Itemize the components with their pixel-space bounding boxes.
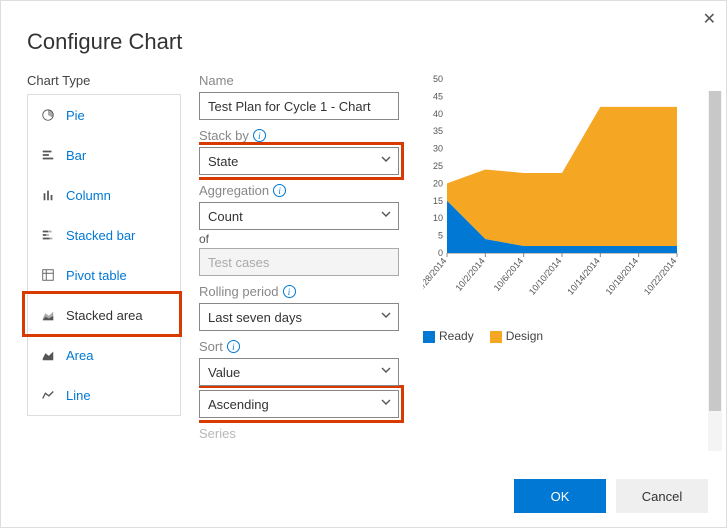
chart-type-list: Pie Bar Column Stacked bar Pivot table Stacke… bbox=[27, 94, 181, 416]
legend-swatch bbox=[490, 331, 502, 343]
chart-type-stacked-bar[interactable]: Stacked bar bbox=[28, 215, 180, 255]
chart-svg: 051015202530354045509/28/201410/2/201410… bbox=[423, 73, 683, 313]
pivot-table-icon bbox=[38, 267, 58, 283]
area-icon bbox=[38, 347, 58, 363]
chevron-down-icon bbox=[380, 309, 392, 324]
info-icon[interactable]: i bbox=[253, 129, 266, 142]
chart-type-pie[interactable]: Pie bbox=[28, 95, 180, 135]
stackby-label: Stack byi bbox=[199, 128, 413, 143]
form-panel: Name Test Plan for Cycle 1 - Chart Stack… bbox=[199, 73, 413, 441]
svg-text:10/22/2014: 10/22/2014 bbox=[642, 256, 679, 297]
sort-label: Sorti bbox=[199, 339, 413, 354]
chart-legend: Ready Design bbox=[423, 329, 700, 343]
chevron-down-icon bbox=[380, 153, 392, 168]
dialog-footer: OK Cancel bbox=[514, 479, 708, 513]
chart-type-label: Chart Type bbox=[27, 73, 181, 88]
sort-dir-select[interactable]: Ascending bbox=[199, 390, 399, 418]
chart-type-label: Pie bbox=[66, 108, 85, 123]
close-icon[interactable]: ✕ bbox=[703, 9, 716, 29]
svg-text:40: 40 bbox=[433, 109, 443, 119]
chevron-down-icon bbox=[380, 364, 392, 379]
column-icon bbox=[38, 187, 58, 203]
name-input[interactable]: Test Plan for Cycle 1 - Chart bbox=[199, 92, 399, 120]
chart-preview-panel: 051015202530354045509/28/201410/2/201410… bbox=[423, 73, 700, 451]
chart-type-label: Stacked area bbox=[66, 308, 143, 323]
svg-text:35: 35 bbox=[433, 126, 443, 136]
chart-type-panel: Chart Type Pie Bar Column Stacked bar Pivot … bbox=[27, 73, 181, 451]
chart-type-label: Line bbox=[66, 388, 91, 403]
stacked-area-icon bbox=[38, 307, 58, 323]
stackby-select[interactable]: State bbox=[199, 147, 399, 175]
svg-text:10/10/2014: 10/10/2014 bbox=[527, 256, 564, 297]
svg-text:20: 20 bbox=[433, 178, 443, 188]
svg-text:10/14/2014: 10/14/2014 bbox=[565, 256, 602, 297]
info-icon[interactable]: i bbox=[227, 340, 240, 353]
of-input: Test cases bbox=[199, 248, 399, 276]
ok-button[interactable]: OK bbox=[514, 479, 606, 513]
chart-type-label: Bar bbox=[66, 148, 86, 163]
name-label: Name bbox=[199, 73, 413, 88]
chart-type-pivot-table[interactable]: Pivot table bbox=[28, 255, 180, 295]
of-label: of bbox=[199, 232, 413, 246]
dialog-title: Configure Chart bbox=[27, 29, 726, 55]
chart-type-line[interactable]: Line bbox=[28, 375, 180, 415]
stacked-bar-icon bbox=[38, 227, 58, 243]
chart-type-column[interactable]: Column bbox=[28, 175, 180, 215]
series-label: Series bbox=[199, 426, 413, 441]
svg-text:45: 45 bbox=[433, 91, 443, 101]
chart-type-bar[interactable]: Bar bbox=[28, 135, 180, 175]
sort-field-select[interactable]: Value bbox=[199, 358, 399, 386]
chevron-down-icon bbox=[380, 396, 392, 411]
line-icon bbox=[38, 387, 58, 403]
bar-icon bbox=[38, 147, 58, 163]
info-icon[interactable]: i bbox=[273, 184, 286, 197]
info-icon[interactable]: i bbox=[283, 285, 296, 298]
legend-swatch bbox=[423, 331, 435, 343]
svg-text:9/28/2014: 9/28/2014 bbox=[423, 256, 449, 293]
aggregation-label: Aggregationi bbox=[199, 183, 413, 198]
svg-text:10/6/2014: 10/6/2014 bbox=[492, 256, 525, 293]
svg-text:5: 5 bbox=[438, 231, 443, 241]
svg-text:15: 15 bbox=[433, 196, 443, 206]
svg-text:50: 50 bbox=[433, 74, 443, 84]
svg-text:30: 30 bbox=[433, 144, 443, 154]
rolling-select[interactable]: Last seven days bbox=[199, 303, 399, 331]
chart-type-label: Area bbox=[66, 348, 93, 363]
main-content: Chart Type Pie Bar Column Stacked bar Pivot … bbox=[1, 73, 726, 451]
scrollbar-thumb[interactable] bbox=[709, 91, 721, 411]
chart-type-stacked-area[interactable]: Stacked area bbox=[28, 295, 180, 335]
cancel-button[interactable]: Cancel bbox=[616, 479, 708, 513]
svg-text:10/18/2014: 10/18/2014 bbox=[604, 256, 641, 297]
svg-text:10: 10 bbox=[433, 213, 443, 223]
chart-type-label: Column bbox=[66, 188, 111, 203]
chart-type-label: Stacked bar bbox=[66, 228, 135, 243]
chart-type-label: Pivot table bbox=[66, 268, 127, 283]
aggregation-select[interactable]: Count bbox=[199, 202, 399, 230]
pie-icon bbox=[38, 107, 58, 123]
chart-type-area[interactable]: Area bbox=[28, 335, 180, 375]
rolling-label: Rolling periodi bbox=[199, 284, 413, 299]
svg-text:10/2/2014: 10/2/2014 bbox=[453, 256, 486, 293]
svg-text:25: 25 bbox=[433, 161, 443, 171]
scrollbar-track[interactable] bbox=[708, 91, 722, 451]
chart-area: 051015202530354045509/28/201410/2/201410… bbox=[423, 73, 700, 283]
legend-item-design: Design bbox=[490, 329, 543, 343]
chevron-down-icon bbox=[380, 208, 392, 223]
legend-item-ready: Ready bbox=[423, 329, 474, 343]
